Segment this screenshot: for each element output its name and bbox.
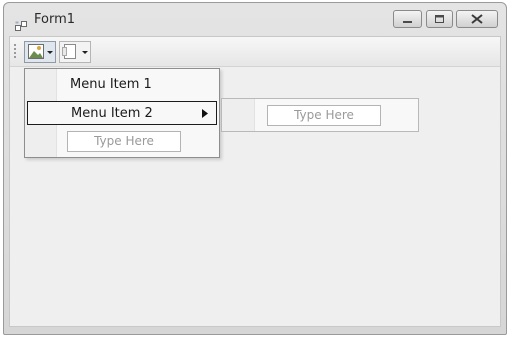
toolstrip-image-dropdown-button[interactable]	[24, 41, 56, 63]
submenu-type-here-input[interactable]: Type Here	[267, 105, 381, 126]
submenu-arrow-icon	[202, 109, 208, 118]
toolstrip	[10, 37, 500, 67]
close-button[interactable]	[456, 10, 498, 28]
toolstrip-document-dropdown-button[interactable]	[59, 41, 91, 63]
dropdown-menu: Menu Item 1 Menu Item 2 Type Here	[24, 68, 220, 158]
window-title: Form1	[34, 12, 76, 27]
form-icon	[15, 16, 27, 31]
menu-item-label: Menu Item 1	[70, 77, 152, 92]
minimize-button[interactable]	[393, 10, 422, 28]
minimize-icon	[403, 21, 412, 23]
submenu-image-margin	[222, 99, 255, 131]
menu-item-2[interactable]: Menu Item 2	[27, 101, 217, 125]
grip-icon[interactable]	[13, 43, 17, 61]
chevron-down-icon	[47, 51, 53, 54]
chevron-down-icon	[82, 51, 88, 54]
form-window: Form1 Menu Item 1 Menu Item 2 Type Here …	[3, 2, 507, 335]
menu-item-label: Menu Item 2	[71, 106, 153, 121]
type-here-input[interactable]: Type Here	[67, 131, 181, 152]
close-icon	[471, 14, 483, 24]
submenu: Type Here	[221, 98, 419, 132]
menu-item-1[interactable]: Menu Item 1	[25, 74, 219, 96]
maximize-button[interactable]	[426, 10, 453, 28]
maximize-icon	[435, 15, 444, 23]
title-bar[interactable]: Form1	[4, 3, 506, 36]
